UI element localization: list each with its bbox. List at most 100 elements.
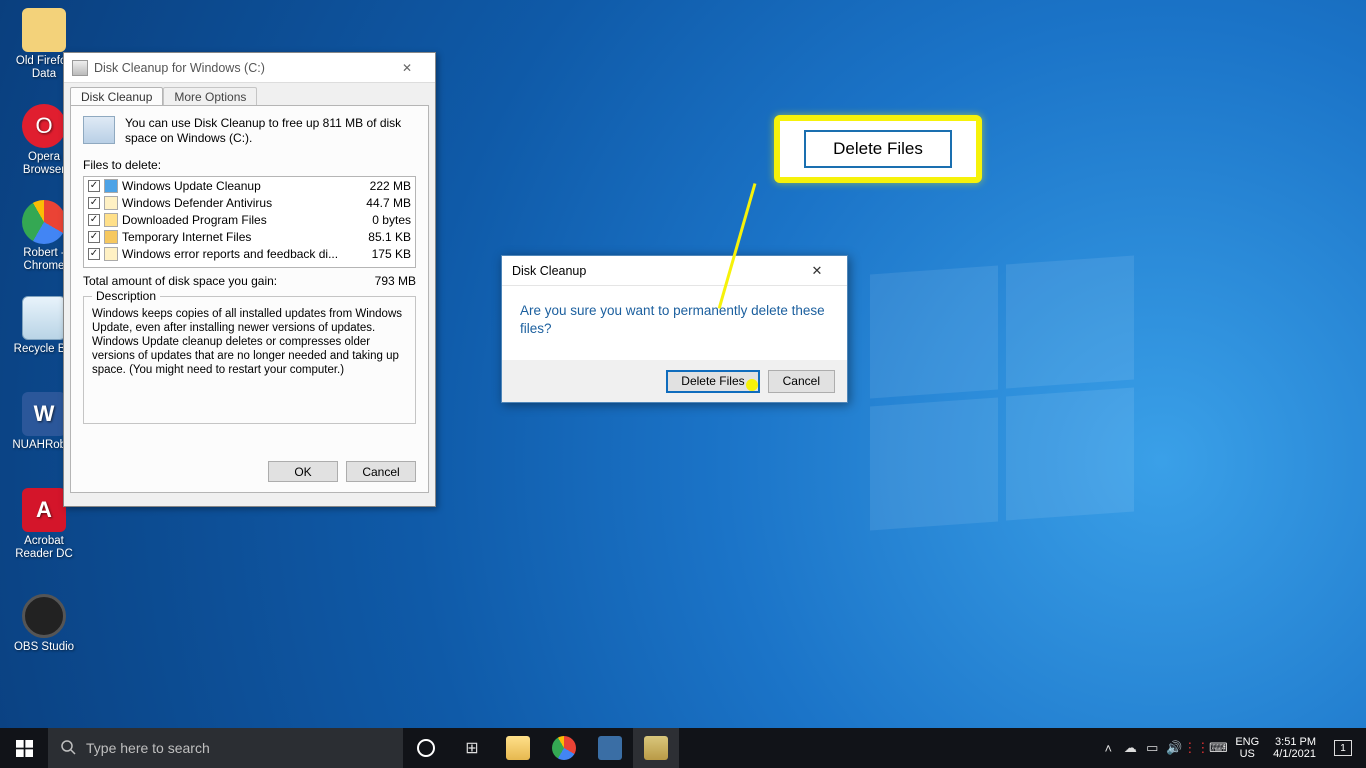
total-label: Total amount of disk space you gain: xyxy=(83,274,375,288)
description-legend: Description xyxy=(92,289,160,303)
close-button[interactable]: ✕ xyxy=(797,256,837,285)
callout-highlight: Delete Files xyxy=(774,115,982,183)
start-button[interactable] xyxy=(0,728,48,768)
desktop-icon-label: Acrobat Reader DC xyxy=(6,535,82,561)
total-value: 793 MB xyxy=(375,274,416,288)
item-size: 44.7 MB xyxy=(351,196,411,210)
close-button[interactable]: ✕ xyxy=(387,53,427,82)
windows-start-icon xyxy=(16,740,33,757)
delete-files-button[interactable]: Delete Files xyxy=(666,370,759,393)
chrome-icon xyxy=(552,736,576,760)
list-item[interactable]: ✓ Windows Defender Antivirus 44.7 MB xyxy=(84,194,415,211)
tray-overflow-button[interactable]: ˄ xyxy=(1097,728,1119,768)
taskbar-app-generic[interactable] xyxy=(587,728,633,768)
item-size: 85.1 KB xyxy=(351,230,411,244)
action-center-button[interactable]: 1 xyxy=(1324,728,1362,768)
taskbar-pinned-apps: ⊞ xyxy=(403,728,679,768)
taskbar-app-chrome[interactable] xyxy=(541,728,587,768)
tab-more-options[interactable]: More Options xyxy=(163,87,257,105)
cortana-button[interactable] xyxy=(403,728,449,768)
item-size: 175 KB xyxy=(351,247,411,261)
item-size: 0 bytes xyxy=(351,213,411,227)
recycle-bin-icon xyxy=(22,296,66,340)
dialog-title: Disk Cleanup xyxy=(512,264,797,278)
cancel-button[interactable]: Cancel xyxy=(768,370,835,393)
onedrive-icon[interactable]: ☁ xyxy=(1119,728,1141,768)
cancel-button[interactable]: Cancel xyxy=(346,461,416,482)
callout-button-visual: Delete Files xyxy=(804,130,952,168)
lang-line1: ENG xyxy=(1235,736,1259,748)
keyboard-icon[interactable]: ⌨ xyxy=(1207,728,1229,768)
window-titlebar[interactable]: Disk Cleanup for Windows (C:) ✕ xyxy=(64,53,435,83)
item-size: 222 MB xyxy=(351,179,411,193)
network-icon[interactable]: ⋮⋮ xyxy=(1185,728,1207,768)
tab-panel: You can use Disk Cleanup to free up 811 … xyxy=(70,105,429,493)
file-type-icon xyxy=(104,196,118,210)
clock-time: 3:51 PM xyxy=(1273,736,1316,748)
acrobat-icon: A xyxy=(22,488,66,532)
freeup-info: You can use Disk Cleanup to free up 811 … xyxy=(83,116,416,146)
ok-button[interactable]: OK xyxy=(268,461,338,482)
language-indicator[interactable]: ENG US xyxy=(1229,736,1265,760)
task-view-button[interactable]: ⊞ xyxy=(449,728,495,768)
tab-strip: Disk Cleanup More Options xyxy=(64,83,435,105)
disk-cleanup-icon xyxy=(644,736,668,760)
checkbox[interactable]: ✓ xyxy=(88,248,100,260)
notification-icon: 1 xyxy=(1334,740,1352,756)
checkbox[interactable]: ✓ xyxy=(88,180,100,192)
clock[interactable]: 3:51 PM 4/1/2021 xyxy=(1265,736,1324,760)
item-name: Windows Update Cleanup xyxy=(122,179,351,193)
checkbox[interactable]: ✓ xyxy=(88,214,100,226)
file-type-icon xyxy=(104,179,118,193)
folder-icon xyxy=(22,8,66,52)
freeup-text: You can use Disk Cleanup to free up 811 … xyxy=(125,116,416,146)
taskbar-app-disk-cleanup[interactable] xyxy=(633,728,679,768)
opera-icon: O xyxy=(22,104,66,148)
files-list[interactable]: ✓ Windows Update Cleanup 222 MB ✓ Window… xyxy=(83,176,416,268)
desktop-icon-obs[interactable]: OBS Studio xyxy=(6,594,82,654)
files-to-delete-label: Files to delete: xyxy=(83,158,416,172)
task-view-icon: ⊞ xyxy=(465,738,478,758)
lang-line2: US xyxy=(1235,748,1259,760)
item-name: Windows error reports and feedback di... xyxy=(122,247,351,261)
volume-icon[interactable]: 🔊 xyxy=(1163,728,1185,768)
list-item[interactable]: ✓ Windows Update Cleanup 222 MB xyxy=(84,177,415,194)
total-row: Total amount of disk space you gain: 793… xyxy=(83,274,416,288)
circle-icon xyxy=(417,739,435,757)
desktop-icon-label: OBS Studio xyxy=(6,641,82,654)
checkbox[interactable]: ✓ xyxy=(88,197,100,209)
system-tray: ˄ ☁ ▭ 🔊 ⋮⋮ ⌨ ENG US 3:51 PM 4/1/2021 1 xyxy=(1097,728,1366,768)
list-item[interactable]: ✓ Temporary Internet Files 85.1 KB xyxy=(84,228,415,245)
dialog-titlebar[interactable]: Disk Cleanup ✕ xyxy=(502,256,847,286)
disk-cleanup-icon xyxy=(72,60,88,76)
checkbox[interactable]: ✓ xyxy=(88,231,100,243)
item-name: Downloaded Program Files xyxy=(122,213,351,227)
taskbar: Type here to search ⊞ ˄ ☁ ▭ 🔊 ⋮⋮ ⌨ ENG U… xyxy=(0,728,1366,768)
description-text: Windows keeps copies of all installed up… xyxy=(92,307,407,377)
battery-icon[interactable]: ▭ xyxy=(1141,728,1163,768)
obs-icon xyxy=(22,594,66,638)
app-icon xyxy=(598,736,622,760)
chrome-icon xyxy=(22,200,66,244)
word-icon: W xyxy=(22,392,66,436)
taskbar-app-file-explorer[interactable] xyxy=(495,728,541,768)
item-name: Temporary Internet Files xyxy=(122,230,351,244)
file-type-icon xyxy=(104,247,118,261)
tab-disk-cleanup[interactable]: Disk Cleanup xyxy=(70,87,163,105)
search-placeholder: Type here to search xyxy=(86,740,210,756)
file-type-icon xyxy=(104,230,118,244)
clock-date: 4/1/2021 xyxy=(1273,748,1316,760)
windows-logo-watermark xyxy=(870,270,1140,530)
window-title: Disk Cleanup for Windows (C:) xyxy=(94,61,387,75)
search-icon xyxy=(60,739,76,758)
list-item[interactable]: ✓ Downloaded Program Files 0 bytes xyxy=(84,211,415,228)
dialog-button-row: Delete Files Cancel xyxy=(502,360,847,402)
taskbar-search[interactable]: Type here to search xyxy=(48,728,403,768)
list-item[interactable]: ✓ Windows error reports and feedback di.… xyxy=(84,245,415,262)
disk-cleanup-window: Disk Cleanup for Windows (C:) ✕ Disk Cle… xyxy=(63,52,436,507)
file-explorer-icon xyxy=(506,736,530,760)
confirm-dialog: Disk Cleanup ✕ Are you sure you want to … xyxy=(501,255,848,403)
description-fieldset: Description Windows keeps copies of all … xyxy=(83,296,416,424)
item-name: Windows Defender Antivirus xyxy=(122,196,351,210)
confirm-message: Are you sure you want to permanently del… xyxy=(502,286,847,338)
